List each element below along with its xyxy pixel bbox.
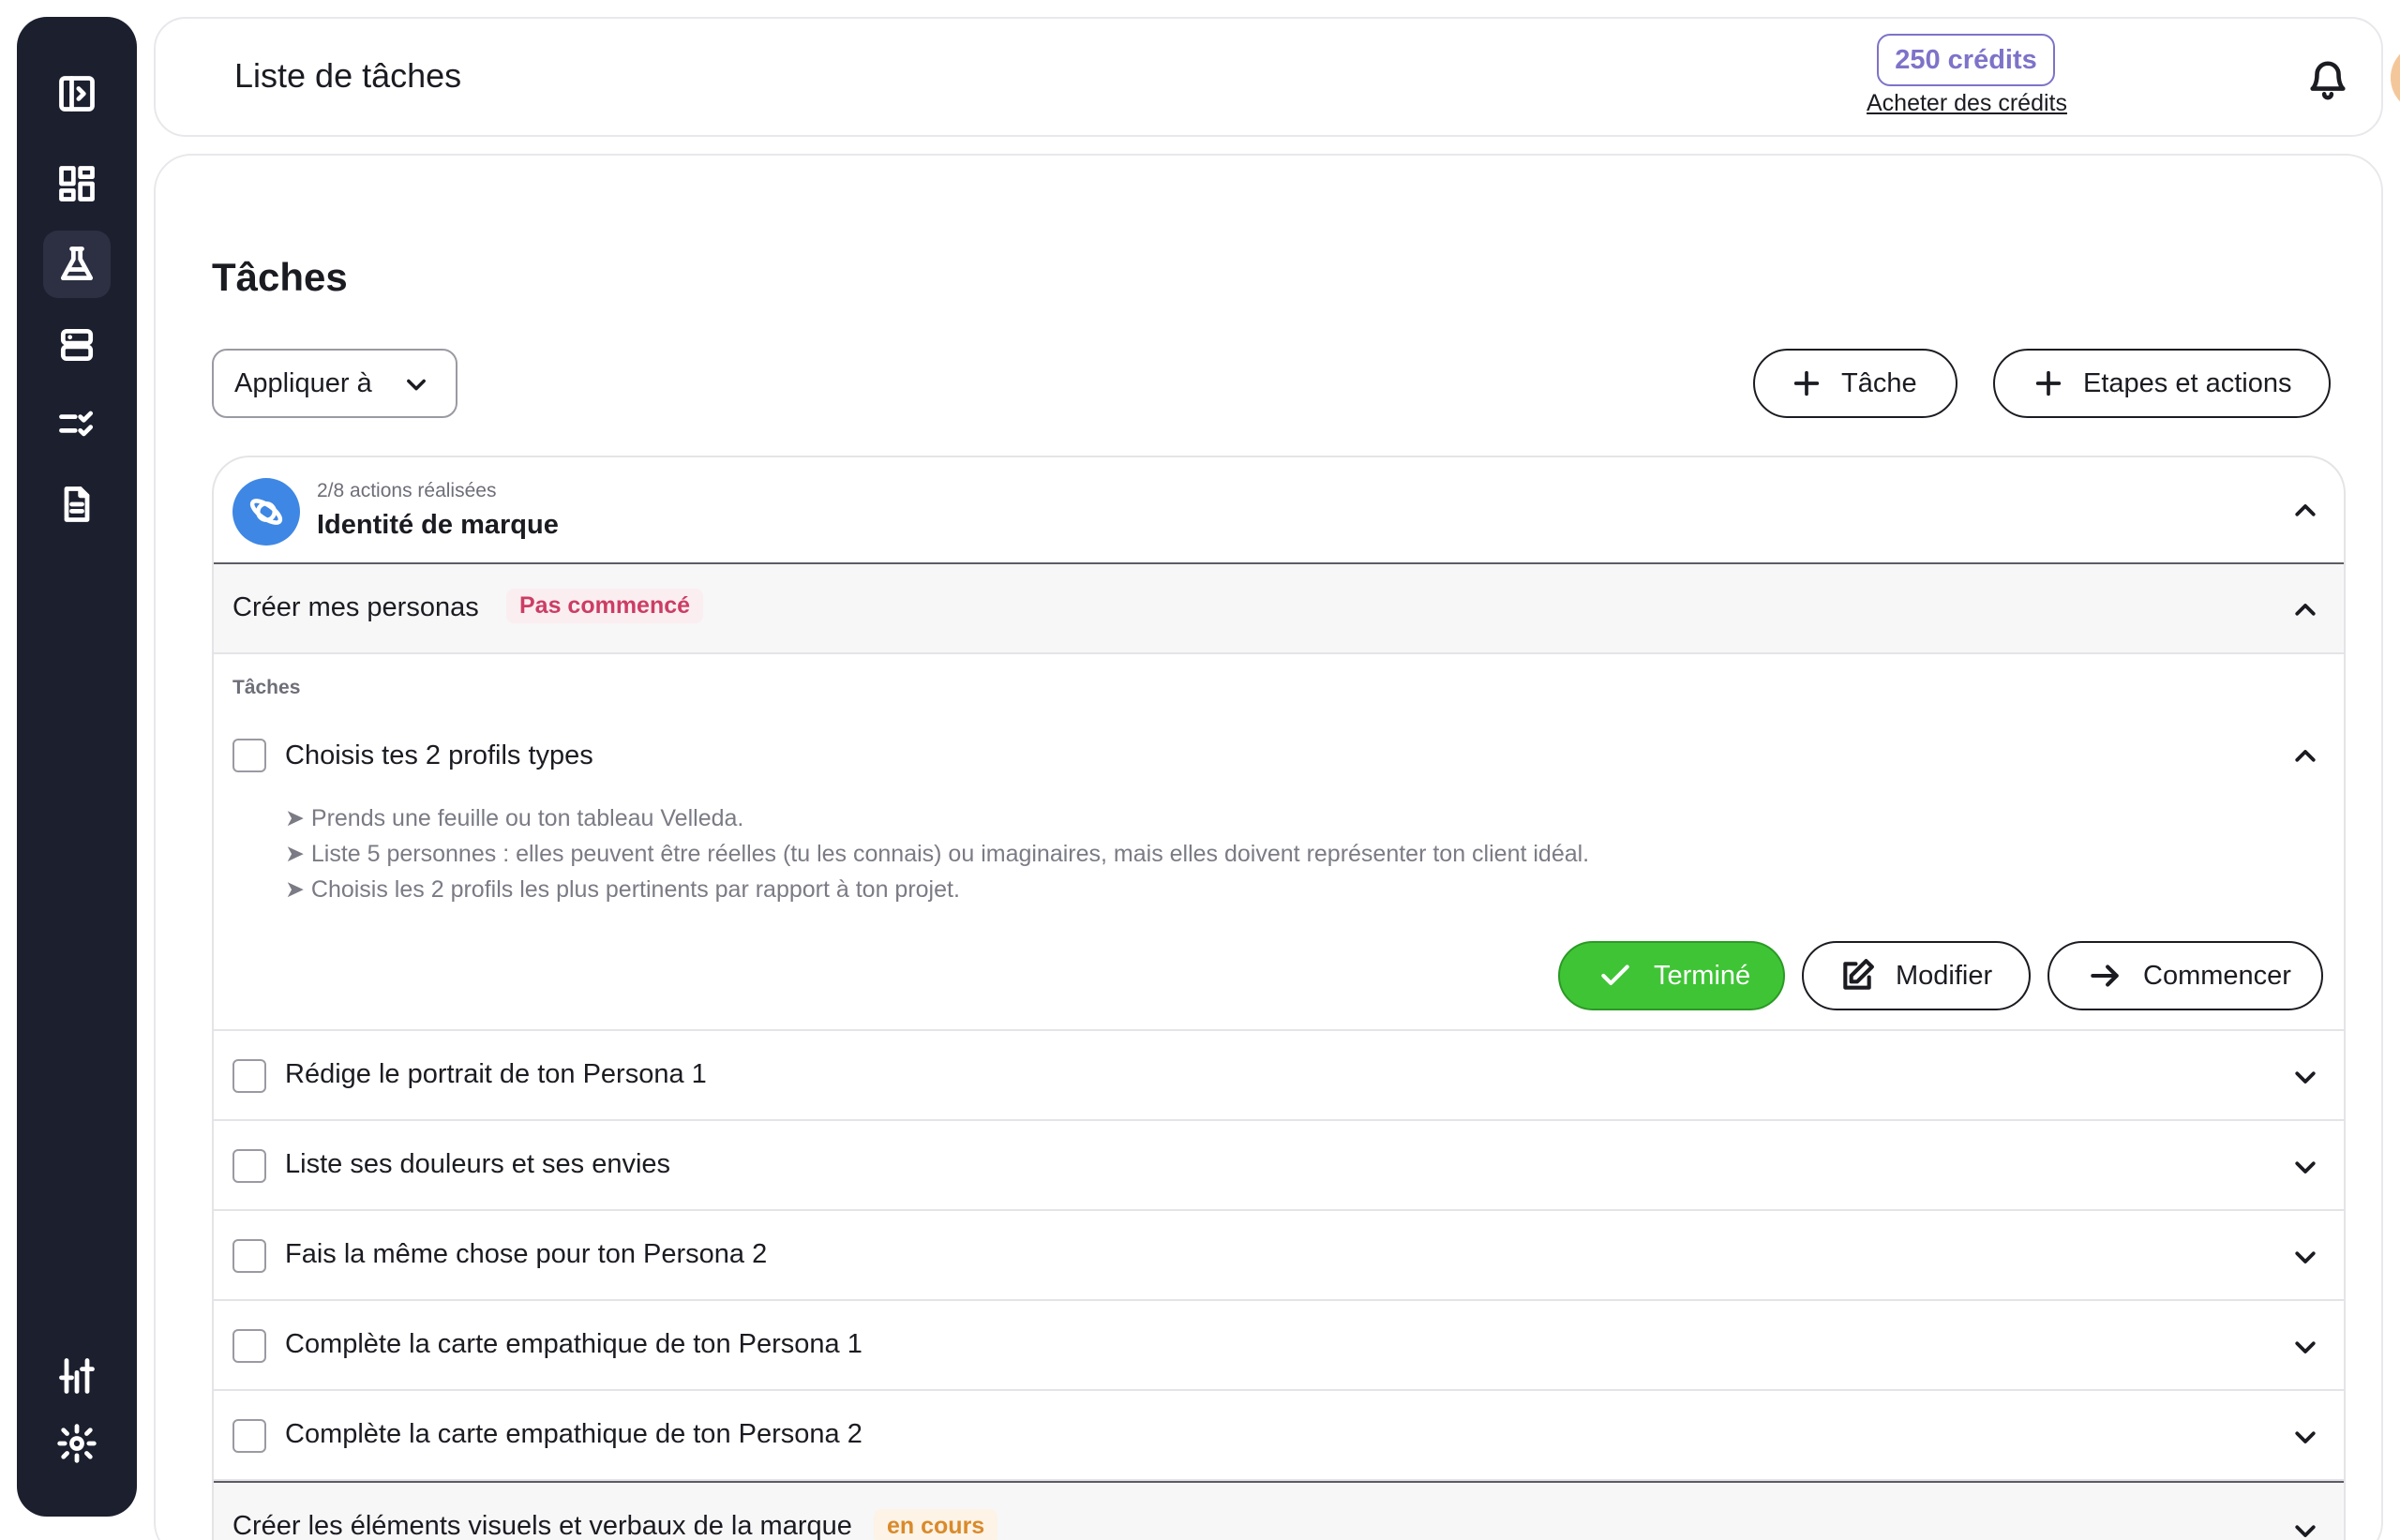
sidebar-item-preferences[interactable]	[43, 1342, 111, 1410]
gear-icon	[57, 1424, 97, 1463]
add-steps-button[interactable]: Etapes et actions	[1993, 349, 2331, 418]
group-icon-badge	[232, 478, 300, 546]
chevron-down-icon[interactable]	[2291, 1423, 2319, 1451]
task-description-line: ➤ Prends une feuille ou ton tableau Vell…	[285, 805, 744, 831]
chevron-up-icon[interactable]	[2291, 497, 2319, 525]
status-badge: en cours	[874, 1509, 998, 1540]
task-row[interactable]: Fais la même chose pour ton Persona 2	[214, 1211, 2344, 1301]
chevron-up-icon[interactable]	[2291, 742, 2319, 770]
planet-icon	[249, 499, 283, 525]
sidebar-item-tasks[interactable]	[43, 390, 111, 457]
step-title: Créer mes personas	[232, 592, 479, 622]
buy-credits-link[interactable]: Acheter des crédits	[1864, 90, 2070, 117]
notifications-button[interactable]	[2306, 58, 2349, 101]
section-title: Tâches	[212, 255, 348, 299]
task-item-expanded: Choisis tes 2 profils types ➤ Prends une…	[214, 654, 2344, 1031]
step-header[interactable]: Créer les éléments visuels et verbaux de…	[214, 1481, 2344, 1540]
group-progress: 2/8 actions réalisées	[317, 480, 497, 501]
group-header[interactable]: 2/8 actions réalisées Identité de marque	[214, 457, 2344, 564]
page-title: Liste de tâches	[234, 56, 462, 95]
group-name: Identité de marque	[317, 510, 559, 540]
task-checkbox[interactable]	[232, 1329, 266, 1363]
mark-done-button[interactable]: Terminé	[1558, 941, 1785, 1010]
plus-icon	[1793, 370, 1820, 396]
edit-label: Modifier	[1896, 960, 1993, 991]
chevron-down-icon[interactable]	[2291, 1063, 2319, 1091]
chevron-down-icon[interactable]	[2291, 1153, 2319, 1181]
checklist-icon	[59, 411, 94, 437]
flask-icon	[60, 247, 94, 281]
task-description-line: ➤ Choisis les 2 profils les plus pertine…	[285, 876, 960, 903]
sidebar-item-settings[interactable]	[43, 1410, 111, 1477]
chevron-down-icon[interactable]	[2291, 1333, 2319, 1361]
server-icon	[60, 328, 94, 362]
edit-icon	[1843, 959, 1874, 990]
task-row[interactable]: Complète la carte empathique de ton Pers…	[214, 1391, 2344, 1481]
bell-icon	[2310, 61, 2346, 100]
sidebar	[17, 17, 137, 1517]
task-title: Choisis tes 2 profils types	[285, 740, 593, 770]
task-checkbox[interactable]	[232, 1149, 266, 1183]
sliders-icon	[59, 1358, 95, 1394]
add-task-label: Tâche	[1841, 367, 1917, 398]
start-label: Commencer	[2143, 960, 2291, 991]
task-checkbox[interactable]	[232, 1239, 266, 1273]
apply-to-label: Appliquer à	[234, 367, 372, 398]
plus-icon	[2035, 370, 2062, 396]
sidebar-item-dashboard[interactable]	[43, 150, 111, 217]
task-checkbox[interactable]	[232, 739, 266, 772]
task-checkbox[interactable]	[232, 1059, 266, 1093]
add-task-button[interactable]: Tâche	[1753, 349, 1958, 418]
sidebar-item-resources[interactable]	[43, 311, 111, 379]
task-title: Complète la carte empathique de ton Pers…	[285, 1419, 862, 1449]
edit-button[interactable]: Modifier	[1802, 941, 2031, 1010]
task-checkbox[interactable]	[232, 1419, 266, 1453]
task-description-line: ➤ Liste 5 personnes : elles peuvent être…	[285, 841, 1590, 867]
dashboard-icon	[59, 166, 95, 202]
check-icon	[1601, 964, 1629, 985]
task-row[interactable]: Liste ses douleurs et ses envies	[214, 1121, 2344, 1211]
step-title: Créer les éléments visuels et verbaux de…	[232, 1511, 852, 1540]
task-title: Liste ses douleurs et ses envies	[285, 1149, 671, 1179]
sidebar-item-documents[interactable]	[43, 471, 111, 538]
task-list: 2/8 actions réalisées Identité de marque…	[212, 456, 2346, 1540]
task-row[interactable]: Rédige le portrait de ton Persona 1	[214, 1031, 2344, 1121]
chevron-down-icon	[407, 379, 426, 391]
add-steps-label: Etapes et actions	[2083, 367, 2292, 398]
task-title: Fais la même chose pour ton Persona 2	[285, 1239, 768, 1269]
start-button[interactable]: Commencer	[2048, 941, 2323, 1010]
user-avatar[interactable]	[2391, 43, 2400, 112]
sidebar-toggle-button[interactable]	[43, 60, 111, 127]
top-header: Liste de tâches 250 crédits Acheter des …	[154, 17, 2400, 137]
chevron-down-icon[interactable]	[2291, 1517, 2319, 1540]
chevron-up-icon[interactable]	[2291, 596, 2319, 624]
credits-badge: 250 crédits	[1877, 34, 2055, 86]
document-icon	[64, 486, 90, 522]
task-title: Complète la carte empathique de ton Pers…	[285, 1329, 862, 1359]
task-row[interactable]: Complète la carte empathique de ton Pers…	[214, 1301, 2344, 1391]
sidebar-item-lab[interactable]	[43, 231, 111, 298]
mark-done-label: Terminé	[1654, 960, 1751, 991]
apply-to-select[interactable]: Appliquer à	[212, 349, 458, 418]
sidebar-toggle-icon	[59, 76, 95, 112]
main-card: Tâches Appliquer à Tâche Etapes et actio…	[154, 154, 2383, 1540]
status-badge: Pas commencé	[506, 589, 704, 623]
step-header[interactable]: Créer mes personas Pas commencé	[214, 564, 2344, 654]
avatar-illustration-icon	[2391, 53, 2400, 102]
task-title: Rédige le portrait de ton Persona 1	[285, 1059, 707, 1089]
chevron-down-icon[interactable]	[2291, 1243, 2319, 1271]
arrow-right-icon	[2091, 964, 2119, 987]
